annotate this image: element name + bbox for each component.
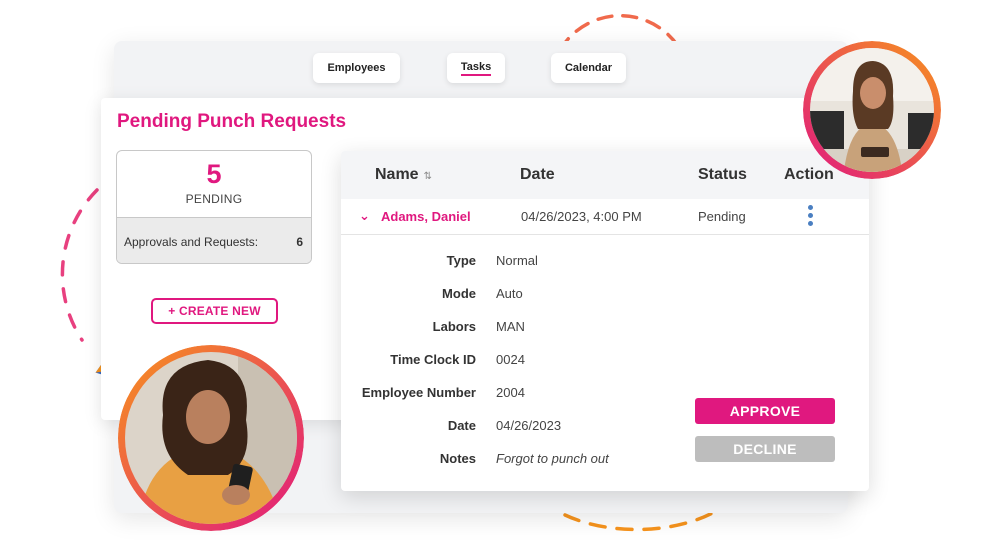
kebab-menu-icon[interactable] (806, 205, 814, 229)
table-row[interactable]: ⌄ Adams, Daniel 04/26/2023, 4:00 PM Pend… (341, 199, 869, 235)
detail-value-notes: Forgot to punch out (496, 451, 609, 466)
column-header-name[interactable]: Name ⇅ (375, 166, 432, 184)
column-header-status: Status (698, 166, 747, 183)
tab-tasks[interactable]: Tasks (447, 53, 505, 83)
detail-label-notes: Notes (439, 451, 476, 466)
pending-summary-card: 5 PENDING Approvals and Requests: 6 (116, 150, 312, 264)
decline-button[interactable]: DECLINE (695, 436, 835, 462)
pending-label: PENDING (185, 192, 243, 206)
table-header: Name ⇅ Date Status Action (341, 151, 869, 199)
tab-calendar[interactable]: Calendar (551, 53, 626, 83)
employee-name-link[interactable]: Adams, Daniel (381, 209, 471, 224)
create-new-button[interactable]: + CREATE NEW (151, 298, 278, 324)
tab-employees[interactable]: Employees (313, 53, 400, 83)
request-date: 04/26/2023, 4:00 PM (521, 209, 642, 224)
detail-value-employee-number: 2004 (496, 385, 525, 400)
page-title: Pending Punch Requests (117, 111, 347, 132)
approvals-count: 6 (296, 234, 303, 249)
requests-table: Name ⇅ Date Status Action ⌄ Adams, Daniel… (341, 151, 869, 491)
detail-value-labors: MAN (496, 319, 525, 334)
detail-label-mode: Mode (442, 286, 476, 301)
detail-label-time-clock-id: Time Clock ID (390, 352, 476, 367)
tab-tasks-label: Tasks (460, 61, 492, 76)
summary-footer: Approvals and Requests: 6 (117, 217, 311, 263)
chevron-down-icon[interactable]: ⌄ (359, 208, 370, 224)
detail-value-date: 04/26/2023 (496, 418, 562, 433)
column-header-date: Date (520, 166, 555, 183)
status-text: Pending (698, 209, 746, 224)
avatar-manager (803, 41, 941, 179)
detail-value-mode: Auto (496, 286, 523, 301)
approvals-label: Approvals and Requests: (124, 234, 259, 249)
detail-value-type: Normal (496, 253, 538, 268)
detail-value-time-clock-id: 0024 (496, 352, 525, 367)
detail-label-date: Date (447, 418, 476, 433)
sort-icon[interactable]: ⇅ (424, 171, 432, 182)
detail-label-type: Type (446, 253, 476, 268)
detail-label-employee-number: Employee Number (361, 385, 476, 400)
approve-button[interactable]: APPROVE (695, 398, 835, 424)
column-header-action: Action (784, 166, 834, 183)
detail-label-labors: Labors (432, 319, 476, 334)
pending-count: 5 (206, 159, 222, 189)
avatar-employee (118, 345, 304, 531)
